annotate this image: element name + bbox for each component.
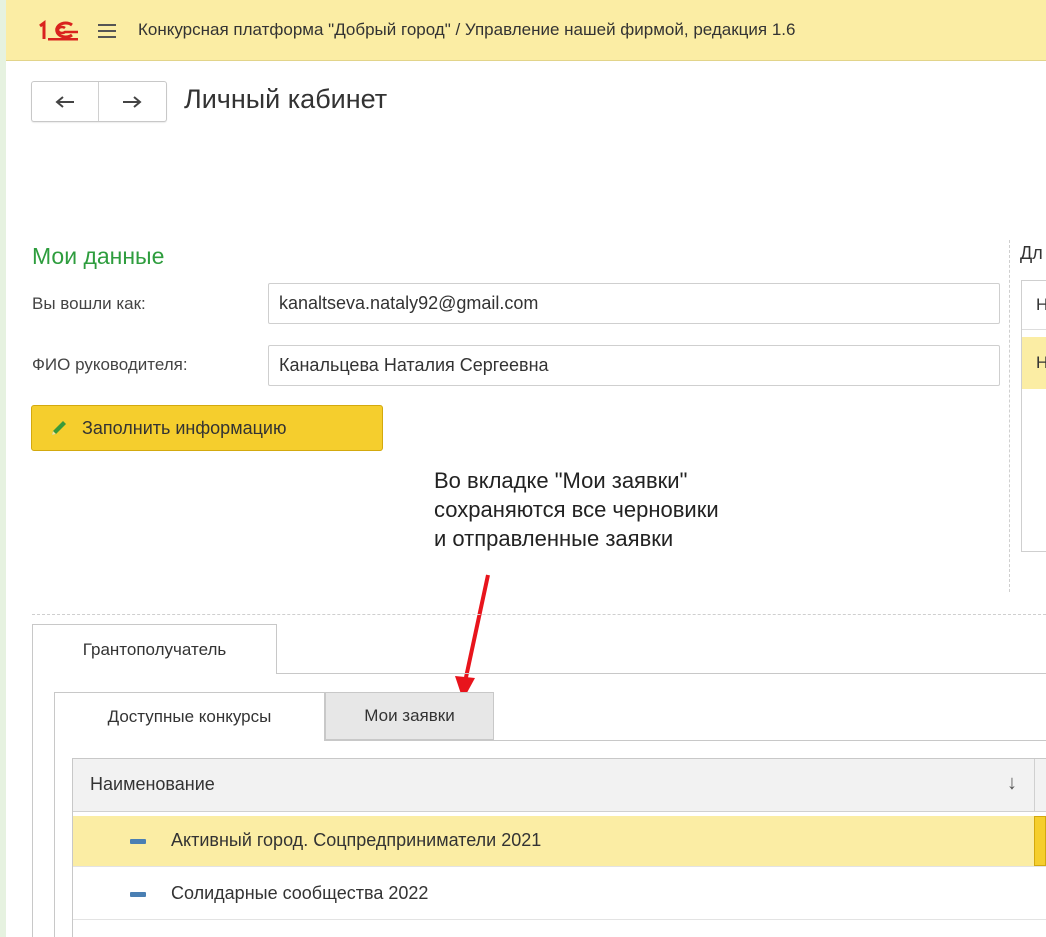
arrow-left-icon <box>55 95 74 108</box>
contests-table: Наименование ↓ Активный город. Соцпредпр… <box>72 758 1046 937</box>
page-title: Личный кабинет <box>184 84 388 114</box>
right-panel-row-selected[interactable]: Н <box>1022 337 1046 389</box>
tab-grant-recipient[interactable]: Грантополучатель <box>32 624 277 674</box>
row-item-icon <box>130 892 146 897</box>
table-row[interactable]: Активный город. Соцпредприниматели 2021 <box>73 816 1046 867</box>
my-data-title: Мои данные <box>32 243 165 269</box>
tab-available-contests[interactable]: Доступные конкурсы <box>54 692 325 741</box>
row-name: Солидарные сообщества 2022 <box>171 883 429 903</box>
fio-label: ФИО руководителя: <box>32 355 188 374</box>
table-header[interactable]: Наименование ↓ <box>73 759 1046 812</box>
right-panel-table: Н Н <box>1021 280 1046 552</box>
row-name: Активный город. Соцпредприниматели 2021 <box>171 830 542 850</box>
subtab-panel-border <box>54 740 55 937</box>
app-window: Конкурсная платформа "Добрый город" / Уп… <box>6 0 1046 937</box>
right-panel-label: Дл <box>1020 243 1043 263</box>
tab-panel-border <box>32 673 33 937</box>
right-panel-row[interactable]: Н <box>1022 281 1046 330</box>
annotation-text: Во вкладке "Мои заявки" сохраняются все … <box>434 468 719 551</box>
top-bar: Конкурсная платформа "Добрый город" / Уп… <box>6 0 1046 61</box>
hamburger-menu-icon[interactable] <box>98 24 116 38</box>
row-active-marker <box>1034 816 1046 866</box>
navigation-buttons <box>31 81 167 122</box>
arrow-right-icon <box>123 95 142 108</box>
fill-info-button[interactable]: Заполнить информацию <box>31 405 383 451</box>
section-divider <box>32 614 1046 615</box>
app-title: Конкурсная платформа "Добрый город" / Уп… <box>138 20 796 39</box>
back-button[interactable] <box>32 82 99 121</box>
fio-field[interactable]: Канальцева Наталия Сергеевна <box>268 345 1000 386</box>
column-header-name: Наименование <box>90 774 215 794</box>
1c-logo-icon <box>39 20 78 41</box>
sort-down-icon[interactable]: ↓ <box>1007 772 1017 795</box>
login-field[interactable]: kanaltseva.nataly92@gmail.com <box>268 283 1000 324</box>
tab-my-applications[interactable]: Мои заявки <box>325 692 494 740</box>
row-item-icon <box>130 839 146 844</box>
forward-button[interactable] <box>99 82 165 121</box>
pencil-icon <box>52 421 66 435</box>
login-label: Вы вошли как: <box>32 294 146 313</box>
column-divider <box>1009 240 1010 592</box>
fill-info-label: Заполнить информацию <box>82 417 287 438</box>
column-separator <box>1034 759 1035 811</box>
table-row[interactable]: Солидарные сообщества 2022 <box>73 869 1046 920</box>
